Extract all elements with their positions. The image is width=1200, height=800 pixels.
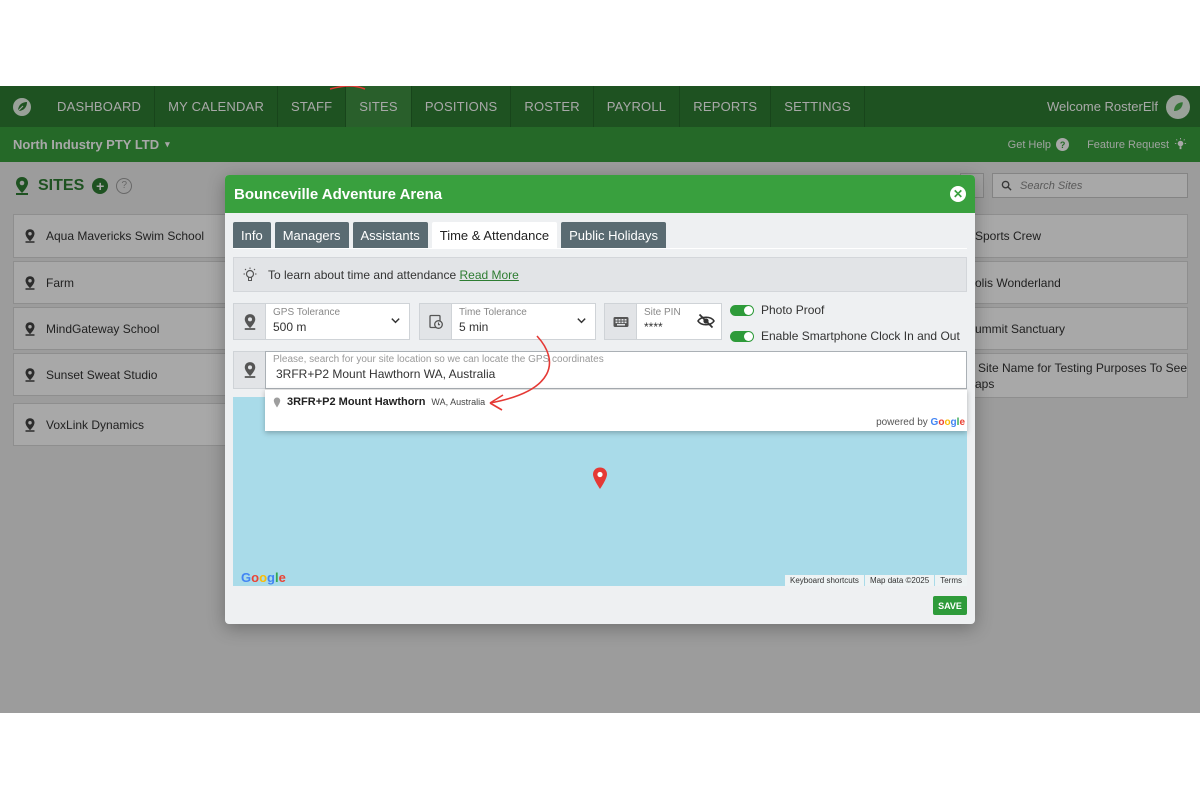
close-icon[interactable]: ✕ <box>950 186 966 202</box>
map-data-text: Map data ©2025 <box>864 575 935 586</box>
smartphone-clock-label: Enable Smartphone Clock In and Out <box>761 329 960 343</box>
info-banner: To learn about time and attendance Read … <box>233 257 967 292</box>
location-pin-icon <box>234 352 266 388</box>
read-more-link[interactable]: Read More <box>459 268 518 282</box>
location-placeholder: Please, search for your site location so… <box>273 354 604 365</box>
suggestion-main-text: 3RFR+P2 Mount Hawthorn <box>287 396 426 408</box>
app-frame: DASHBOARD MY CALENDAR STAFF SITES POSITI… <box>0 86 1200 713</box>
modal-title: Bounceville Adventure Arena <box>234 185 443 203</box>
powered-by-google: powered by Google <box>876 417 965 428</box>
modal-header: Bounceville Adventure Arena ✕ <box>225 175 975 213</box>
eye-off-icon[interactable] <box>697 313 715 329</box>
keyboard-shortcuts-link[interactable]: Keyboard shortcuts <box>785 575 864 586</box>
tab-time-attendance[interactable]: Time & Attendance <box>431 222 558 249</box>
site-pin-field[interactable]: Site PIN **** <box>604 303 722 340</box>
smartphone-clock-toggle[interactable] <box>730 330 754 342</box>
tab-divider <box>233 248 967 249</box>
time-tolerance-label: Time Tolerance <box>459 307 527 318</box>
gps-tolerance-value: 500 m <box>273 320 307 334</box>
location-pin-icon <box>234 304 266 339</box>
google-logo: Google <box>241 570 286 585</box>
site-settings-modal: Bounceville Adventure Arena ✕ Info Manag… <box>225 175 975 624</box>
map-marker-icon[interactable] <box>592 467 608 491</box>
map-footer: Keyboard shortcuts Map data ©2025 Terms <box>785 575 967 586</box>
location-search-field: Please, search for your site location so… <box>233 351 967 389</box>
smartphone-clock-row: Enable Smartphone Clock In and Out <box>730 329 960 343</box>
location-search-input[interactable]: Please, search for your site location so… <box>265 351 967 389</box>
location-value: 3RFR+P2 Mount Hawthorn WA, Australia <box>276 367 496 381</box>
photo-proof-label: Photo Proof <box>761 303 825 317</box>
tab-managers[interactable]: Managers <box>274 222 349 249</box>
suggestion-item[interactable]: 3RFR+P2 Mount Hawthorn WA, Australia <box>273 396 485 408</box>
keyboard-icon <box>605 304 637 339</box>
tab-public-holidays[interactable]: Public Holidays <box>561 222 666 249</box>
gps-tolerance-label: GPS Tolerance <box>273 307 341 318</box>
modal-tabs: Info Managers Assistants Time & Attendan… <box>233 222 666 249</box>
photo-proof-toggle[interactable] <box>730 304 754 316</box>
tab-info[interactable]: Info <box>233 222 271 249</box>
tab-assistants[interactable]: Assistants <box>352 222 428 249</box>
save-button[interactable]: SAVE <box>933 596 967 615</box>
suggestion-secondary-text: WA, Australia <box>431 397 486 407</box>
info-text: To learn about time and attendance <box>268 267 457 282</box>
lightbulb-icon <box>243 267 257 281</box>
location-pin-icon <box>273 397 281 407</box>
clock-icon <box>420 304 452 339</box>
gps-tolerance-select[interactable]: GPS Tolerance 500 m <box>233 303 410 340</box>
time-tolerance-select[interactable]: Time Tolerance 5 min <box>419 303 596 340</box>
chevron-down-icon <box>577 318 586 324</box>
powered-by-label: powered by <box>876 417 928 428</box>
terms-link[interactable]: Terms <box>935 575 967 586</box>
photo-proof-row: Photo Proof <box>730 303 824 317</box>
location-suggestions: 3RFR+P2 Mount Hawthorn WA, Australia pow… <box>265 389 967 431</box>
chevron-down-icon <box>391 318 400 324</box>
time-tolerance-value: 5 min <box>459 320 489 334</box>
